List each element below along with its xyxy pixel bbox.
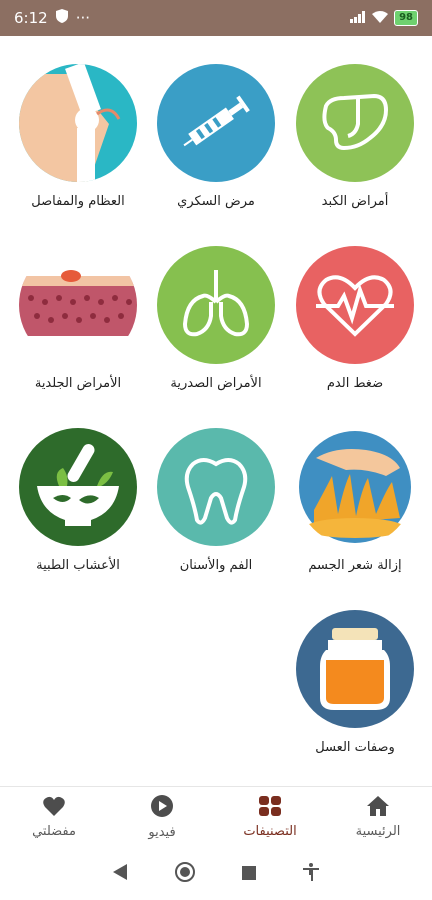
- category-label: ضغط الدم: [326, 376, 384, 391]
- recents-icon[interactable]: [242, 865, 257, 884]
- category-skin[interactable]: الأمراض الجلدية: [8, 246, 148, 391]
- nav-video-label: فيديو: [148, 825, 176, 840]
- grid-icon: [259, 796, 281, 820]
- liver-icon: [296, 64, 414, 182]
- accessibility-icon[interactable]: [302, 863, 319, 885]
- category-label: مرض السكري: [177, 194, 255, 209]
- category-herbs[interactable]: الأعشاب الطبية: [8, 428, 148, 573]
- category-diabetes[interactable]: مرض السكري: [146, 64, 286, 209]
- lungs-icon: [157, 246, 275, 364]
- honey-jar-icon: [296, 610, 414, 728]
- status-bar: 6:12 ··· 98: [0, 0, 432, 36]
- home-circle-icon[interactable]: [174, 861, 196, 887]
- wifi-icon: [372, 9, 389, 27]
- home-icon: [367, 796, 389, 820]
- heart-icon: [43, 796, 65, 820]
- system-navigation-bar: [0, 848, 432, 900]
- syringe-icon: [157, 64, 275, 182]
- category-label: العظام والمفاصل: [31, 194, 125, 209]
- nav-categories-label: التصنيفات: [243, 824, 297, 839]
- signal-icon: [350, 9, 366, 27]
- category-bones-joints[interactable]: العظام والمفاصل: [8, 64, 148, 209]
- category-label: الأمراض الصدرية: [170, 376, 262, 391]
- category-label: وصفات العسل: [315, 740, 395, 755]
- heartbeat-icon: [296, 246, 414, 364]
- category-grid: أمراض الكبد مرض السكري العظام والمفاصل ض…: [0, 36, 432, 784]
- category-label: إزالة شعر الجسم: [308, 558, 402, 573]
- category-blood-pressure[interactable]: ضغط الدم: [285, 246, 425, 391]
- bottom-navigation: الرئيسية التصنيفات فيديو مفضلتي: [0, 786, 432, 848]
- nav-favorites[interactable]: مفضلتي: [0, 787, 108, 848]
- category-label: أمراض الكبد: [321, 194, 389, 209]
- back-icon[interactable]: [113, 864, 128, 884]
- nav-categories[interactable]: التصنيفات: [216, 787, 324, 848]
- nav-favorites-label: مفضلتي: [32, 824, 76, 839]
- play-icon: [151, 795, 173, 821]
- skin-layer-icon: [19, 246, 137, 364]
- wax-hand-icon: [296, 428, 414, 546]
- nav-home-label: الرئيسية: [355, 824, 401, 839]
- category-liver[interactable]: أمراض الكبد: [285, 64, 425, 209]
- nav-video[interactable]: فيديو: [108, 787, 216, 848]
- category-honey-recipes[interactable]: وصفات العسل: [285, 610, 425, 755]
- tooth-icon: [157, 428, 275, 546]
- nav-home[interactable]: الرئيسية: [324, 787, 432, 848]
- category-label: الأمراض الجلدية: [34, 376, 122, 391]
- shield-icon: [55, 9, 68, 27]
- category-hair-removal[interactable]: إزالة شعر الجسم: [285, 428, 425, 573]
- category-mouth-teeth[interactable]: الفم والأسنان: [146, 428, 286, 573]
- status-time: 6:12: [14, 9, 48, 27]
- category-label: الأعشاب الطبية: [36, 558, 120, 573]
- battery-indicator: 98: [394, 10, 418, 26]
- category-respiratory[interactable]: الأمراض الصدرية: [146, 246, 286, 391]
- more-dots-icon: ···: [75, 9, 90, 27]
- mortar-pestle-icon: [19, 428, 137, 546]
- category-label: الفم والأسنان: [179, 558, 253, 573]
- knee-joint-icon: [19, 64, 137, 182]
